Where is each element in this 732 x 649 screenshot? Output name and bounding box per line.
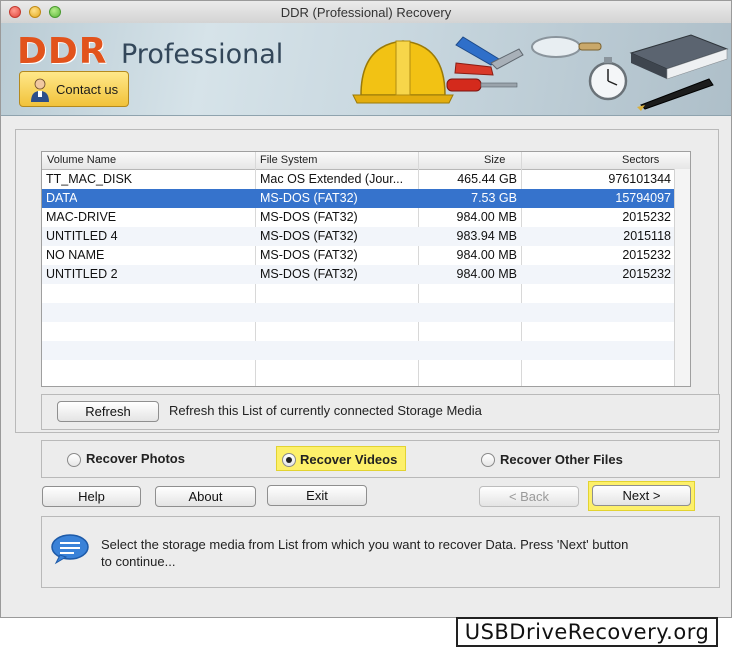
cell-sectors: 976101344 bbox=[608, 172, 671, 186]
cell-file-system: MS-DOS (FAT32) bbox=[260, 229, 358, 243]
table-row-selected[interactable]: DATA MS-DOS (FAT32) 7.53 GB 15794097 bbox=[42, 189, 675, 208]
cell-size: 984.00 MB bbox=[456, 210, 517, 224]
info-message-line1: Select the storage media from List from … bbox=[101, 537, 629, 552]
cell-volume-name: MAC-DRIVE bbox=[46, 210, 117, 224]
refresh-button[interactable]: Refresh bbox=[57, 401, 159, 422]
brand-product: Professional bbox=[121, 39, 284, 70]
about-button[interactable]: About bbox=[155, 486, 256, 507]
cell-file-system: MS-DOS (FAT32) bbox=[260, 248, 358, 262]
tools-illustration bbox=[352, 34, 729, 111]
cell-size: 983.94 MB bbox=[456, 229, 517, 243]
column-header-file-system[interactable]: File System bbox=[260, 154, 317, 166]
pliers-icon bbox=[454, 36, 524, 76]
screwdriver-icon bbox=[446, 78, 518, 92]
brand-logo: DDR bbox=[17, 31, 108, 72]
cell-volume-name: TT_MAC_DISK bbox=[46, 172, 133, 186]
cell-file-system: MS-DOS (FAT32) bbox=[260, 191, 358, 205]
empty-row bbox=[42, 360, 675, 379]
recover-other-files-label[interactable]: Recover Other Files bbox=[500, 452, 623, 467]
cell-volume-name: DATA bbox=[46, 191, 78, 205]
cell-sectors: 2015232 bbox=[622, 210, 671, 224]
refresh-description: Refresh this List of currently connected… bbox=[169, 403, 482, 418]
contact-us-label: Contact us bbox=[56, 82, 119, 97]
table-row[interactable]: NO NAME MS-DOS (FAT32) 984.00 MB 2015232 bbox=[42, 246, 675, 265]
app-window: DDR (Professional) Recovery DDR Professi… bbox=[0, 0, 732, 618]
cell-file-system: MS-DOS (FAT32) bbox=[260, 210, 358, 224]
empty-row bbox=[42, 322, 675, 341]
hard-hat-icon bbox=[352, 40, 454, 104]
cell-sectors: 2015232 bbox=[622, 248, 671, 262]
book-icon bbox=[629, 34, 729, 80]
cell-volume-name: NO NAME bbox=[46, 248, 105, 262]
recover-videos-label[interactable]: Recover Videos bbox=[300, 452, 397, 467]
empty-row bbox=[42, 284, 675, 303]
cell-file-system: Mac OS Extended (Jour... bbox=[260, 172, 404, 186]
table-scrollbar[interactable] bbox=[674, 169, 690, 386]
cell-size: 7.53 GB bbox=[471, 191, 517, 205]
cell-volume-name: UNTITLED 4 bbox=[46, 229, 118, 243]
cell-size: 984.00 MB bbox=[456, 267, 517, 281]
contact-us-button[interactable]: Contact us bbox=[19, 71, 129, 107]
cell-sectors: 2015232 bbox=[622, 267, 671, 281]
cell-sectors: 2015118 bbox=[623, 229, 671, 243]
pen-icon bbox=[637, 78, 714, 111]
speech-bubble-icon bbox=[51, 534, 89, 565]
cell-sectors: 15794097 bbox=[615, 191, 671, 205]
empty-row bbox=[42, 303, 675, 322]
recover-photos-label[interactable]: Recover Photos bbox=[86, 451, 185, 466]
recover-photos-radio[interactable] bbox=[67, 453, 81, 467]
empty-row bbox=[42, 341, 675, 360]
cell-volume-name: UNTITLED 2 bbox=[46, 267, 118, 281]
recover-other-files-radio[interactable] bbox=[481, 453, 495, 467]
column-header-volume-name[interactable]: Volume Name bbox=[47, 154, 116, 166]
stopwatch-icon bbox=[588, 57, 628, 101]
cell-file-system: MS-DOS (FAT32) bbox=[260, 267, 358, 281]
column-header-size[interactable]: Size bbox=[484, 154, 505, 166]
table-header: Volume Name File System Size Sectors bbox=[42, 152, 690, 170]
back-button[interactable]: < Back bbox=[479, 486, 579, 507]
next-button[interactable]: Next > bbox=[592, 485, 691, 506]
magnifier-icon bbox=[531, 36, 602, 58]
column-header-sectors[interactable]: Sectors bbox=[622, 154, 659, 166]
drive-table: Volume Name File System Size Sectors TT_… bbox=[41, 151, 691, 387]
header-banner: DDR Professional Contact us bbox=[1, 23, 731, 116]
table-row[interactable]: UNTITLED 2 MS-DOS (FAT32) 984.00 MB 2015… bbox=[42, 265, 675, 284]
info-message-line2: to continue... bbox=[101, 554, 176, 569]
exit-button[interactable]: Exit bbox=[267, 485, 367, 506]
cell-size: 465.44 GB bbox=[457, 172, 517, 186]
recover-videos-radio[interactable] bbox=[282, 453, 296, 467]
table-row[interactable]: TT_MAC_DISK Mac OS Extended (Jour... 465… bbox=[42, 170, 675, 189]
window-title: DDR (Professional) Recovery bbox=[280, 5, 452, 20]
watermark-logo: USBDriveRecovery.org bbox=[456, 617, 718, 647]
title-bar: DDR (Professional) Recovery bbox=[1, 1, 731, 24]
table-row[interactable]: MAC-DRIVE MS-DOS (FAT32) 984.00 MB 20152… bbox=[42, 208, 675, 227]
help-button[interactable]: Help bbox=[42, 486, 141, 507]
cell-size: 984.00 MB bbox=[456, 248, 517, 262]
person-icon bbox=[31, 78, 49, 102]
table-row[interactable]: UNTITLED 4 MS-DOS (FAT32) 983.94 MB 2015… bbox=[42, 227, 675, 246]
